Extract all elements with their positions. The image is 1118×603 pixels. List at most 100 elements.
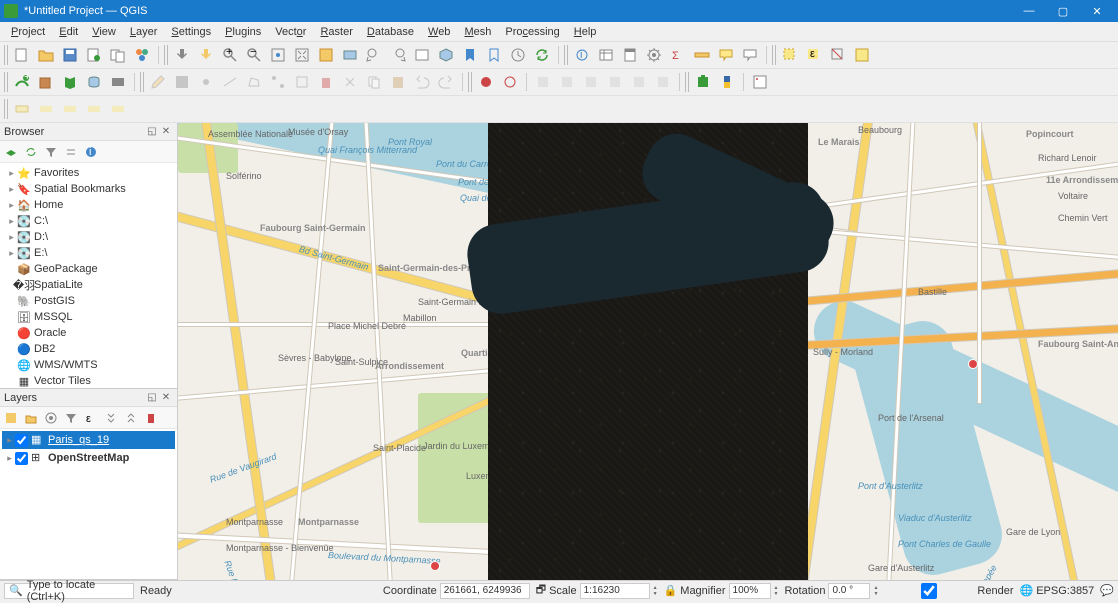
advanced-3[interactable] — [580, 71, 602, 93]
remove-layer-button[interactable] — [142, 409, 160, 427]
paste-button[interactable] — [387, 71, 409, 93]
menu-layer[interactable]: Layer — [123, 26, 165, 38]
edit-pencil-button[interactable] — [147, 71, 169, 93]
browser-item-geopackage[interactable]: 📦GeoPackage — [0, 261, 177, 277]
menu-edit[interactable]: Edit — [52, 26, 85, 38]
zoom-in-button[interactable]: + — [219, 44, 241, 66]
menu-help[interactable]: Help — [567, 26, 604, 38]
cut-button[interactable] — [339, 71, 361, 93]
browser-item-wms-wmts[interactable]: 🌐WMS/WMTS — [0, 357, 177, 373]
crs-icon[interactable]: 🌐 — [1020, 584, 1034, 597]
browser-undock-button[interactable]: ◱ — [145, 125, 159, 139]
collapse-layers-button[interactable] — [122, 409, 140, 427]
layer-visibility-checkbox[interactable] — [15, 434, 28, 447]
add-point-button[interactable] — [195, 71, 217, 93]
browser-item-vector-tiles[interactable]: ▦Vector Tiles — [0, 373, 177, 388]
browser-item-c-[interactable]: ▸💽C:\ — [0, 213, 177, 229]
zoom-full-button[interactable] — [291, 44, 313, 66]
minimize-button[interactable]: — — [1012, 0, 1046, 22]
maximize-button[interactable]: ▢ — [1046, 0, 1080, 22]
deselect-button[interactable] — [827, 44, 849, 66]
mag-down[interactable]: ▼ — [774, 591, 779, 597]
menu-plugins[interactable]: Plugins — [218, 26, 268, 38]
refresh-button[interactable] — [531, 44, 553, 66]
save-project-button[interactable] — [59, 44, 81, 66]
select-features-button[interactable] — [779, 44, 801, 66]
filter-browser-button[interactable] — [42, 143, 60, 161]
label-tool-4[interactable] — [83, 98, 105, 120]
help-contents-button[interactable] — [749, 71, 771, 93]
add-group-button[interactable] — [22, 409, 40, 427]
label-tool-2[interactable] — [35, 98, 57, 120]
map-tips-button[interactable] — [715, 44, 737, 66]
new-project-button[interactable] — [11, 44, 33, 66]
browser-item-d-[interactable]: ▸💽D:\ — [0, 229, 177, 245]
toolbar-handle[interactable] — [4, 45, 9, 65]
browser-item-home[interactable]: ▸🏠Home — [0, 197, 177, 213]
label-tool-1[interactable] — [11, 98, 33, 120]
vertex-tool-button[interactable] — [267, 71, 289, 93]
toolbar-handle[interactable] — [4, 99, 9, 119]
expression-filter-button[interactable]: ε — [82, 409, 100, 427]
layers-close-button[interactable]: ✕ — [159, 391, 173, 405]
label-tool-3[interactable] — [59, 98, 81, 120]
advanced-5[interactable] — [628, 71, 650, 93]
rot-down[interactable]: ▼ — [873, 591, 878, 597]
layer-row-openstreetmap[interactable]: ▸⊞OpenStreetMap — [2, 449, 175, 467]
new-spatialite-button[interactable] — [83, 71, 105, 93]
python-console-button[interactable] — [716, 71, 738, 93]
new-bookmark-button[interactable] — [459, 44, 481, 66]
add-line-button[interactable] — [219, 71, 241, 93]
menu-web[interactable]: Web — [421, 26, 457, 38]
add-vector-button[interactable]: + — [11, 71, 33, 93]
browser-item-spatialite[interactable]: �羽SpatiaLite — [0, 277, 177, 293]
layer-row-paris-qs-19[interactable]: ▸▦Paris_qs_19 — [2, 431, 175, 449]
pan-to-selection-button[interactable] — [195, 44, 217, 66]
toolbar-handle[interactable] — [685, 72, 690, 92]
scale-input[interactable] — [580, 583, 650, 599]
locator-input[interactable]: 🔍Type to locate (Ctrl+K) — [4, 583, 134, 599]
collapse-all-button[interactable] — [62, 143, 80, 161]
advanced-2[interactable] — [556, 71, 578, 93]
expand-all-button[interactable] — [102, 409, 120, 427]
rotation-input[interactable] — [828, 583, 870, 599]
menu-view[interactable]: View — [85, 26, 123, 38]
toolbar-handle[interactable] — [772, 45, 777, 65]
coord-input[interactable] — [440, 583, 530, 599]
statistics-button[interactable]: Σ — [667, 44, 689, 66]
undo-button[interactable] — [411, 71, 433, 93]
new-print-layout-button[interactable] — [83, 44, 105, 66]
browser-close-button[interactable]: ✕ — [159, 125, 173, 139]
messages-icon[interactable]: 💬 — [1100, 584, 1114, 597]
menu-raster[interactable]: Raster — [313, 26, 359, 38]
open-project-button[interactable] — [35, 44, 57, 66]
advanced-6[interactable] — [652, 71, 674, 93]
advanced-1[interactable] — [532, 71, 554, 93]
toolbar-handle[interactable] — [140, 72, 145, 92]
toolbar-handle[interactable] — [4, 72, 9, 92]
new-map-view-button[interactable] — [411, 44, 433, 66]
add-polygon-button[interactable] — [243, 71, 265, 93]
label-tool-5[interactable] — [107, 98, 129, 120]
stream-digitize-button[interactable] — [499, 71, 521, 93]
layer-styling-button[interactable] — [2, 409, 20, 427]
browser-item-favorites[interactable]: ▸⭐Favorites — [0, 165, 177, 181]
measure-button[interactable] — [691, 44, 713, 66]
layers-list[interactable]: ▸▦Paris_qs_19▸⊞OpenStreetMap — [0, 429, 177, 579]
browser-item-mssql[interactable]: 🗄MSSQL — [0, 309, 177, 325]
menu-database[interactable]: Database — [360, 26, 421, 38]
temporal-button[interactable] — [507, 44, 529, 66]
toolbar-handle[interactable] — [564, 45, 569, 65]
browser-item-e-[interactable]: ▸💽E:\ — [0, 245, 177, 261]
menu-processing[interactable]: Processing — [498, 26, 566, 38]
zoom-out-button[interactable]: − — [243, 44, 265, 66]
zoom-next-button[interactable] — [387, 44, 409, 66]
save-edits-button[interactable] — [171, 71, 193, 93]
copy-button[interactable] — [363, 71, 385, 93]
layers-undock-button[interactable]: ◱ — [145, 391, 159, 405]
lock-icon[interactable]: 🔒 — [664, 584, 678, 597]
zoom-native-button[interactable] — [267, 44, 289, 66]
zoom-last-button[interactable] — [363, 44, 385, 66]
magnifier-input[interactable] — [729, 583, 771, 599]
add-layer-button[interactable] — [2, 143, 20, 161]
